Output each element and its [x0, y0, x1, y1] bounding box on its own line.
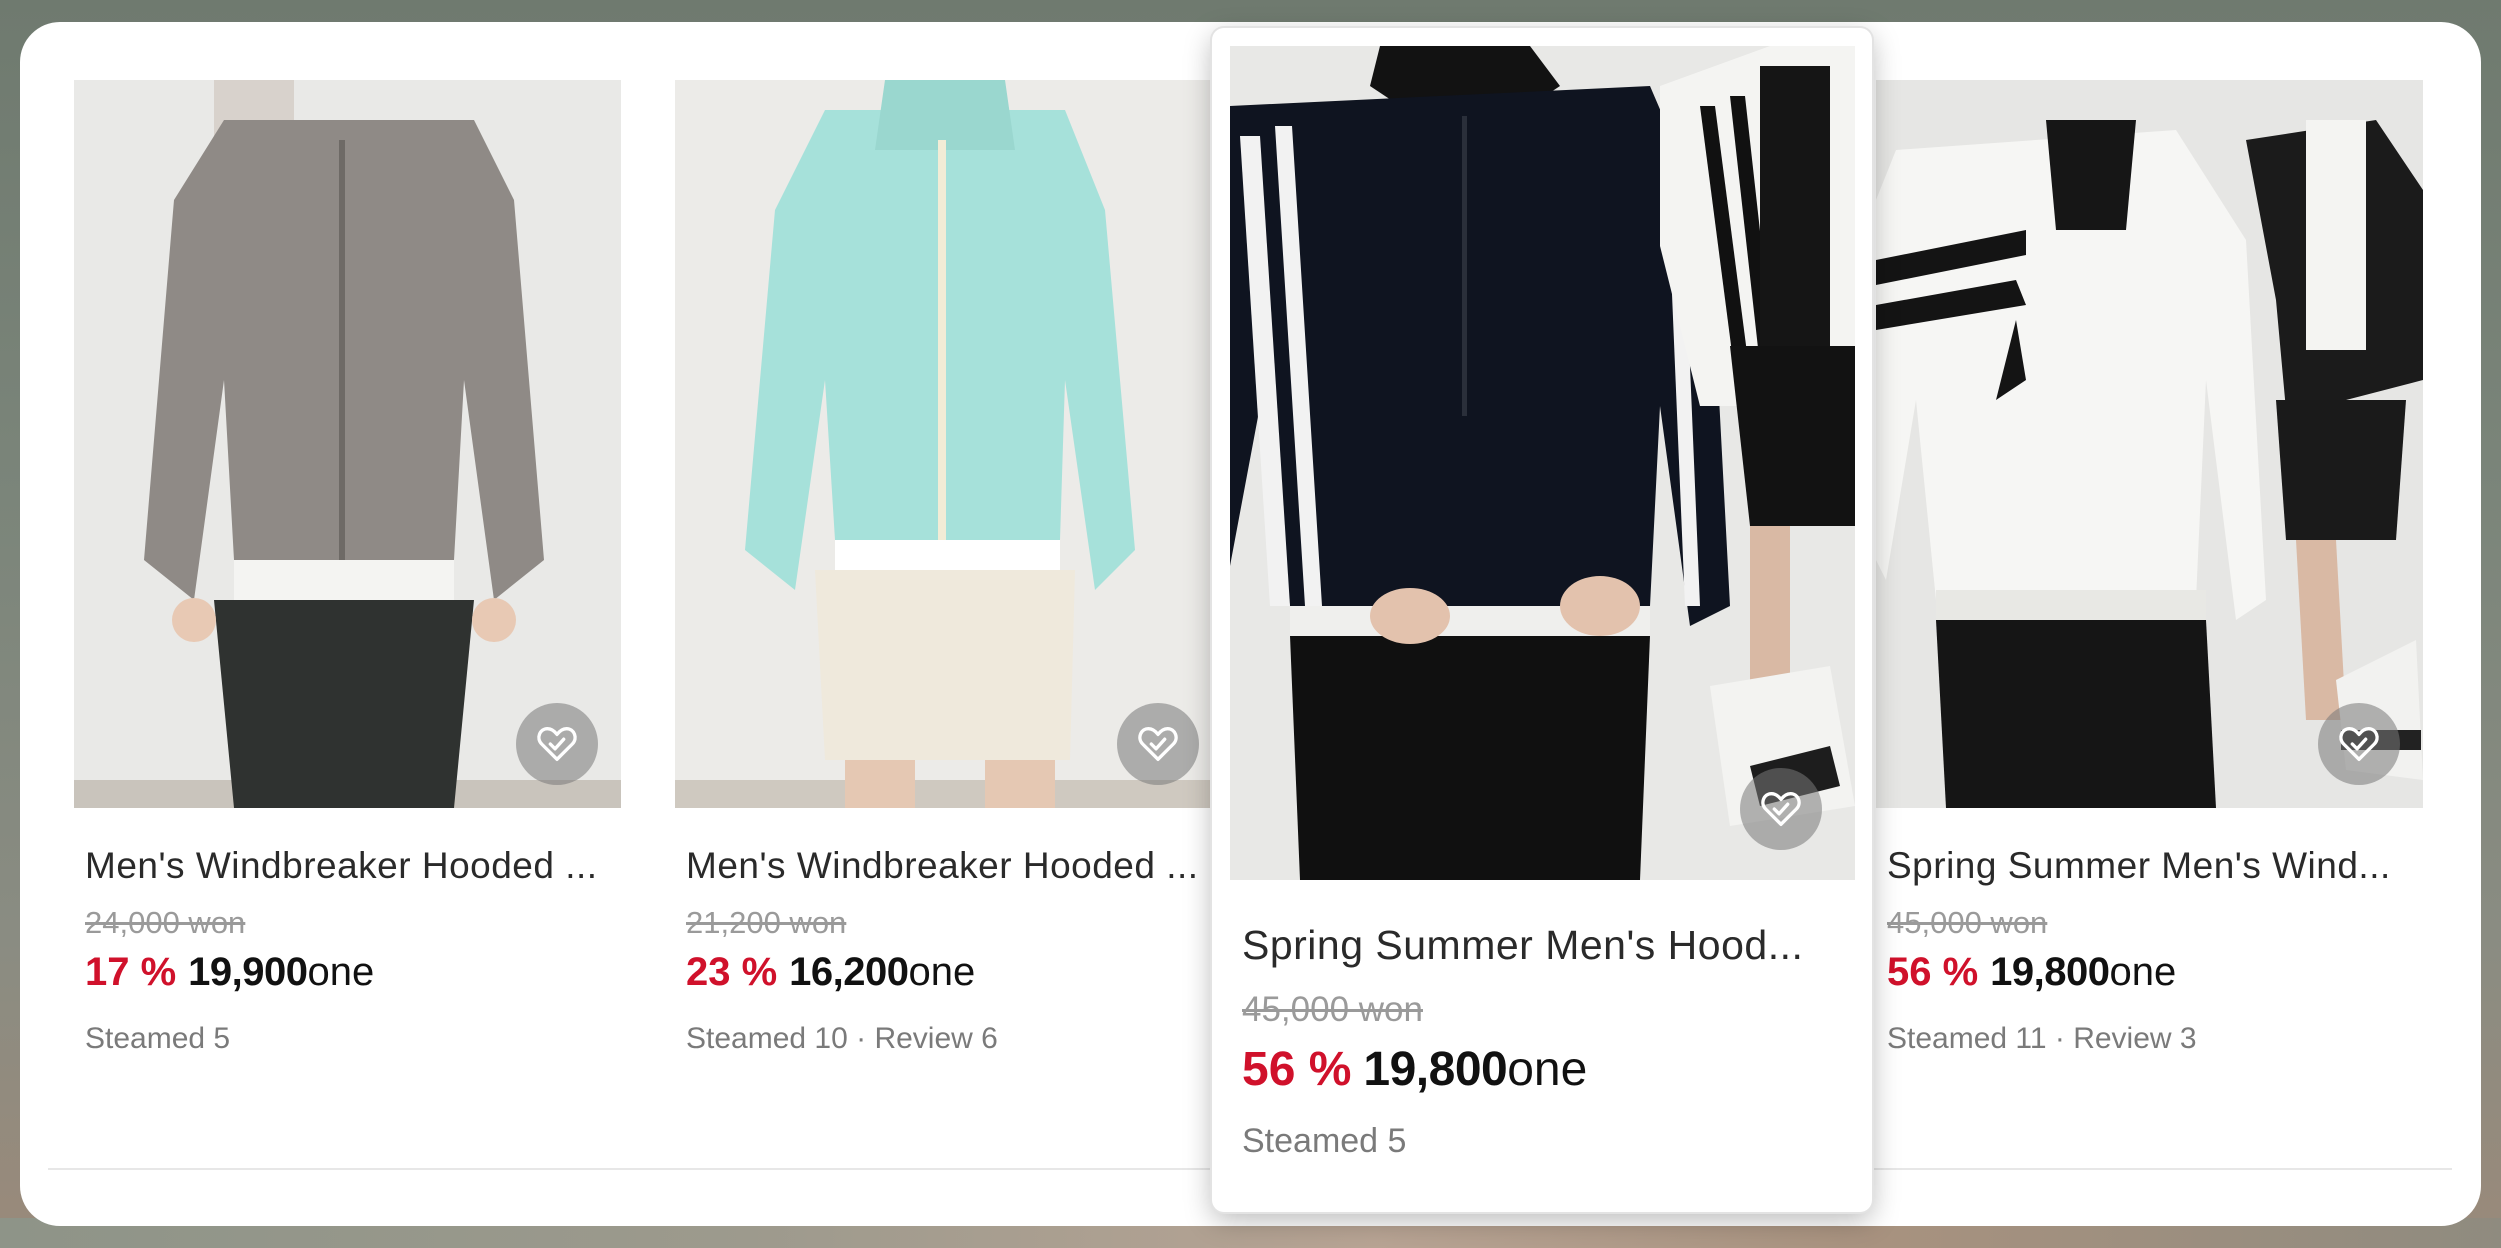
price-line-2: 23 % 16,200one: [686, 950, 975, 995]
product-image-1[interactable]: [74, 80, 621, 808]
heart-check-icon: [1761, 791, 1801, 827]
sale-price-1: 19,900: [188, 950, 308, 994]
heart-check-icon: [537, 726, 577, 762]
heart-check-icon: [2339, 726, 2379, 762]
product-title-4[interactable]: Spring Summer Men's Wind...: [1887, 845, 2427, 887]
discount-rate-4: 56 %: [1887, 950, 1979, 994]
price-unit-4: one: [2109, 950, 2177, 994]
product-title-3[interactable]: Spring Summer Men's Hood...: [1242, 922, 1862, 969]
wishlist-button-3[interactable]: [1740, 768, 1822, 850]
discount-rate-1: 17 %: [85, 950, 177, 994]
original-price-2: 21,200 won: [686, 905, 847, 940]
wishlist-button-2[interactable]: [1117, 703, 1199, 785]
wishlist-button-4[interactable]: [2318, 703, 2400, 785]
product-title-1[interactable]: Men's Windbreaker Hooded ...: [85, 845, 625, 887]
price-unit-3: one: [1507, 1043, 1588, 1096]
wishlist-button-1[interactable]: [516, 703, 598, 785]
product-meta-1: Steamed 5: [85, 1022, 231, 1055]
product-image-4[interactable]: [1876, 80, 2423, 808]
price-unit-1: one: [307, 950, 375, 994]
discount-rate-2: 23 %: [686, 950, 778, 994]
product-title-2[interactable]: Men's Windbreaker Hooded ...: [686, 845, 1216, 887]
product-image-2[interactable]: [675, 80, 1215, 808]
product-image-3[interactable]: [1230, 46, 1855, 880]
product-meta-3: Steamed 5: [1242, 1122, 1407, 1160]
product-meta-2: Steamed 10 · Review 6: [686, 1022, 998, 1055]
sale-price-2: 16,200: [789, 950, 909, 994]
original-price-3: 45,000 won: [1242, 990, 1423, 1029]
sale-price-3: 19,800: [1363, 1043, 1508, 1096]
product-meta-4: Steamed 11 · Review 3: [1887, 1022, 2197, 1055]
price-line-4: 56 % 19,800one: [1887, 950, 2176, 995]
price-line-3: 56 % 19,800one: [1242, 1042, 1587, 1097]
original-price-1: 24,000 won: [85, 905, 246, 940]
sale-price-4: 19,800: [1990, 950, 2110, 994]
discount-rate-3: 56 %: [1242, 1043, 1352, 1096]
heart-check-icon: [1138, 726, 1178, 762]
price-unit-2: one: [908, 950, 976, 994]
price-line-1: 17 % 19,900one: [85, 950, 374, 995]
original-price-4: 45,000 won: [1887, 905, 2048, 940]
